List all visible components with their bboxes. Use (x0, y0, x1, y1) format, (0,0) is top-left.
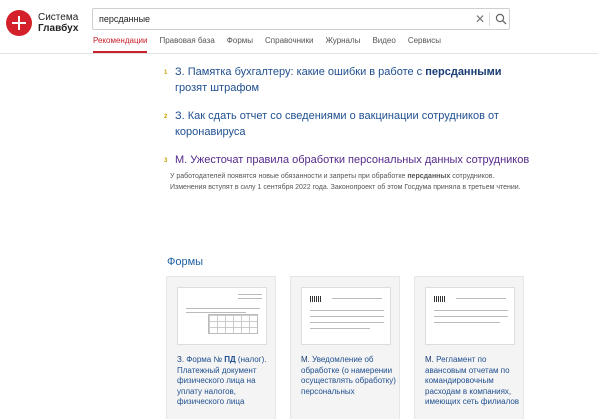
search-divider (489, 12, 490, 26)
result-number: 1 (164, 70, 168, 76)
form-thumbnail (301, 287, 391, 345)
tab-services[interactable]: Сервисы (408, 36, 441, 53)
result-title-link[interactable]: З. Памятка бухгалтеру: какие ошибки в ра… (175, 64, 533, 96)
form-thumbnail (425, 287, 515, 345)
form-card[interactable]: З. Форма № ПД (налог). Платежный докумен… (166, 276, 276, 419)
form-card[interactable]: М. Регламент по авансовым отчетам по ком… (414, 276, 524, 419)
form-card[interactable]: М. Уведомление об обработке (о намерении… (290, 276, 400, 419)
card-prefix: З. (177, 355, 185, 364)
tab-bar: Рекомендации Правовая база Формы Справоч… (93, 36, 453, 53)
result-snippet: У работодателей появятся новые обязаннос… (170, 171, 530, 193)
forms-cards: З. Форма № ПД (налог). Платежный докумен… (166, 276, 538, 419)
result-title-pre: З. Памятка бухгалтеру: какие ошибки в ра… (175, 66, 426, 78)
search-button[interactable] (493, 11, 509, 27)
logo-line1: Система (38, 12, 79, 23)
card-text-pre: Форма № (184, 355, 225, 364)
result-number: 2 (164, 114, 168, 120)
result-title-post: грозят штрафом (175, 82, 260, 94)
logo-cross-icon (6, 10, 32, 36)
form-card-title: М. Уведомление об обработке (о намерении… (301, 355, 397, 397)
snippet-highlight: персданных (407, 173, 451, 180)
tab-recommendations[interactable]: Рекомендации (93, 36, 148, 53)
card-prefix: М. (301, 355, 310, 364)
tab-reference[interactable]: Справочники (265, 36, 313, 53)
results-list: 1 З. Памятка бухгалтеру: какие ошибки в … (163, 64, 533, 205)
search-box: ✕ (92, 8, 510, 30)
forms-section-title[interactable]: Формы (167, 256, 203, 268)
result-number: 3 (164, 158, 168, 164)
result-title-link[interactable]: М. Ужесточат правила обработки персональ… (175, 152, 533, 168)
logo-text: Система Главбух (38, 12, 78, 34)
result-title-link[interactable]: З. Как сдать отчет со сведениями о вакци… (175, 108, 533, 140)
snippet-pre: У работодателей появятся новые обязаннос… (170, 173, 408, 180)
form-thumbnail (177, 287, 267, 345)
result-item: 3 М. Ужесточат правила обработки персона… (163, 152, 533, 193)
search-icon (495, 13, 507, 25)
logo-line2: Главбух (38, 23, 79, 34)
form-card-title: М. Регламент по авансовым отчетам по ком… (425, 355, 521, 408)
form-card-title: З. Форма № ПД (налог). Платежный докумен… (177, 355, 273, 408)
tab-legal-base[interactable]: Правовая база (159, 36, 214, 53)
clear-icon[interactable]: ✕ (473, 12, 487, 26)
tab-video[interactable]: Видео (372, 36, 395, 53)
card-highlight: ПД (224, 355, 236, 364)
tab-journals[interactable]: Журналы (325, 36, 360, 53)
header: Система Главбух ✕ Рекомендации Правовая … (0, 0, 598, 54)
result-title-highlight: персданными (425, 66, 502, 78)
tab-forms[interactable]: Формы (227, 36, 253, 53)
card-text-pre: Регламент по авансовым отчетам по команд… (425, 355, 520, 406)
card-prefix: М. (425, 355, 434, 364)
search-input[interactable] (99, 11, 469, 27)
result-item: 1 З. Памятка бухгалтеру: какие ошибки в … (163, 64, 533, 96)
logo[interactable]: Система Главбух (6, 10, 78, 36)
result-item: 2 З. Как сдать отчет со сведениями о вак… (163, 108, 533, 140)
card-text-pre: Уведомление об обработке (о намерении ос… (301, 355, 396, 396)
